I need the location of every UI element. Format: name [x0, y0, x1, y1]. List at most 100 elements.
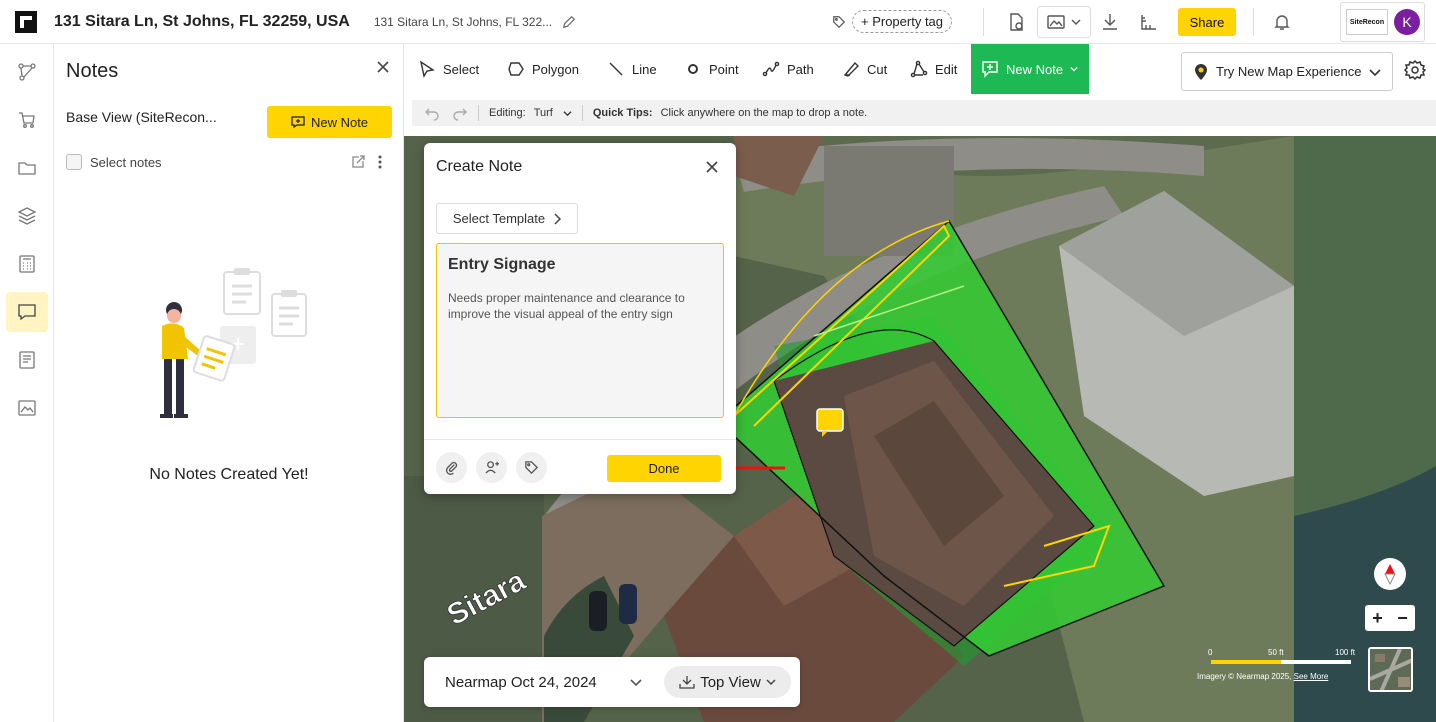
chevron-down-icon	[1070, 66, 1078, 72]
create-note-title: Create Note	[436, 158, 523, 175]
try-new-map-label: Try New Map Experience	[1216, 64, 1362, 79]
try-new-map-button[interactable]: Try New Map Experience	[1181, 52, 1393, 91]
see-more-link[interactable]: See More	[1294, 672, 1329, 681]
tool-select-label: Select	[443, 61, 480, 77]
notes-panel: Notes Base View (SiteRecon... New Note S…	[54, 44, 404, 722]
measure-icon[interactable]	[1139, 12, 1159, 32]
tool-polygon-label: Polygon	[532, 61, 579, 77]
select-notes-checkbox[interactable]	[66, 154, 82, 170]
property-tag-button[interactable]: + Property tag	[852, 10, 953, 33]
notes-icon	[18, 304, 36, 321]
select-template-label: Select Template	[452, 211, 546, 226]
chevron-down-icon[interactable]	[563, 110, 572, 117]
paperclip-icon	[445, 461, 458, 475]
rail-folder[interactable]	[6, 148, 48, 188]
account-menu[interactable]: SiteRecon K	[1340, 2, 1425, 42]
image-icon	[1047, 15, 1065, 29]
rail-notes[interactable]	[6, 292, 48, 332]
zoom-controls: + −	[1365, 605, 1415, 631]
export-icon[interactable]	[351, 155, 365, 169]
basemap-toggle[interactable]	[1368, 647, 1413, 692]
siterecon-logo[interactable]	[15, 10, 37, 33]
folder-icon	[18, 162, 36, 175]
imagery-date-select[interactable]: Nearmap Oct 24, 2024	[445, 674, 597, 691]
zoom-out-button[interactable]: −	[1397, 608, 1408, 629]
polygon-tool-icon	[18, 63, 36, 81]
gear-icon[interactable]	[1404, 59, 1426, 81]
share-button[interactable]: Share	[1178, 8, 1236, 36]
create-note-footer: Done	[424, 439, 736, 494]
more-vertical-icon[interactable]	[374, 154, 386, 170]
done-button[interactable]: Done	[607, 455, 721, 482]
view-mode-select[interactable]: Top View	[664, 666, 791, 698]
new-note-button[interactable]: New Note	[267, 106, 392, 138]
chevron-down-icon	[1369, 68, 1382, 76]
imagery-credit: Imagery © Nearmap 2025, See More	[1197, 672, 1328, 681]
tool-line-label: Line	[632, 61, 657, 77]
tool-select[interactable]: Select	[418, 44, 479, 94]
compass-button[interactable]	[1374, 558, 1406, 590]
left-rail	[0, 44, 54, 722]
tool-point[interactable]: Point	[684, 44, 739, 94]
editing-layer-select[interactable]: Turf	[534, 107, 553, 119]
zoom-in-button[interactable]: +	[1372, 608, 1383, 629]
add-tag-button[interactable]	[516, 452, 547, 483]
bell-icon[interactable]	[1272, 12, 1292, 32]
property-report-icon[interactable]	[1006, 12, 1026, 32]
user-assign-icon	[485, 461, 499, 474]
tool-edit-label: Edit	[935, 61, 958, 77]
note-add-icon	[982, 61, 998, 78]
rail-calculator[interactable]	[6, 244, 48, 284]
address-title: 131 Sitara Ln, St Johns, FL 32259, USA	[54, 12, 350, 30]
rail-polygon-tool[interactable]	[6, 52, 48, 92]
rail-report[interactable]	[6, 340, 48, 380]
line-icon	[609, 62, 623, 76]
select-template-button[interactable]: Select Template	[436, 203, 578, 234]
tag-icon	[525, 461, 539, 475]
map-toolbar: Select Polygon Line Point Path Cut Edit …	[404, 44, 1436, 96]
chevron-down-icon	[766, 679, 776, 686]
tool-edit[interactable]: Edit	[910, 44, 957, 94]
imagery-dropdown-button[interactable]	[1037, 6, 1091, 38]
rail-cart[interactable]	[6, 100, 48, 140]
download-icon[interactable]	[1100, 12, 1120, 32]
property-tag-group: + Property tag	[832, 10, 953, 33]
tool-new-note-label: New Note	[1006, 61, 1064, 77]
rail-layers[interactable]	[6, 196, 48, 236]
note-editor[interactable]: Entry Signage Needs proper maintenance a…	[436, 243, 724, 418]
note-body-input[interactable]: Needs proper maintenance and clearance t…	[448, 290, 714, 322]
redo-icon[interactable]	[452, 105, 468, 121]
divider	[581, 105, 583, 121]
undo-icon[interactable]	[424, 105, 440, 121]
assign-user-button[interactable]	[476, 452, 507, 483]
notes-panel-title: Notes	[66, 60, 119, 82]
scale-tick-100: 100 ft	[1335, 648, 1356, 657]
tool-line[interactable]: Line	[607, 44, 657, 94]
note-title-input[interactable]: Entry Signage	[448, 256, 556, 274]
tool-path[interactable]: Path	[762, 44, 814, 94]
create-note-dialog: Create Note Select Template Entry Signag…	[424, 143, 736, 494]
avatar[interactable]: K	[1394, 9, 1420, 35]
imagery-date-bar: Nearmap Oct 24, 2024 Top View	[424, 657, 800, 707]
close-icon[interactable]	[705, 160, 719, 174]
select-notes-row[interactable]: Select notes	[66, 154, 162, 170]
address-short[interactable]: 131 Sitara Ln, St Johns, FL 322...	[374, 15, 552, 29]
imagery-credit-text: Imagery © Nearmap 2025,	[1197, 672, 1292, 681]
rail-images[interactable]	[6, 388, 48, 428]
close-icon[interactable]	[376, 60, 390, 74]
pencil-icon[interactable]	[562, 15, 576, 29]
chevron-down-icon[interactable]	[629, 675, 643, 689]
calculator-icon	[19, 255, 35, 273]
tool-new-note[interactable]: New Note	[971, 44, 1089, 94]
editing-label: Editing:	[489, 107, 526, 119]
scale-tick-50: 50 ft	[1268, 648, 1284, 657]
editing-bar: Editing: Turf Quick Tips: Click anywhere…	[412, 100, 1436, 126]
cursor-icon	[419, 60, 435, 78]
document-icon	[19, 351, 35, 369]
download-tray-icon	[679, 676, 695, 689]
tool-polygon[interactable]: Polygon	[507, 44, 579, 94]
tool-path-label: Path	[787, 61, 814, 77]
tool-cut-label: Cut	[867, 61, 888, 77]
tool-cut[interactable]: Cut	[842, 44, 887, 94]
attach-button[interactable]	[436, 452, 467, 483]
